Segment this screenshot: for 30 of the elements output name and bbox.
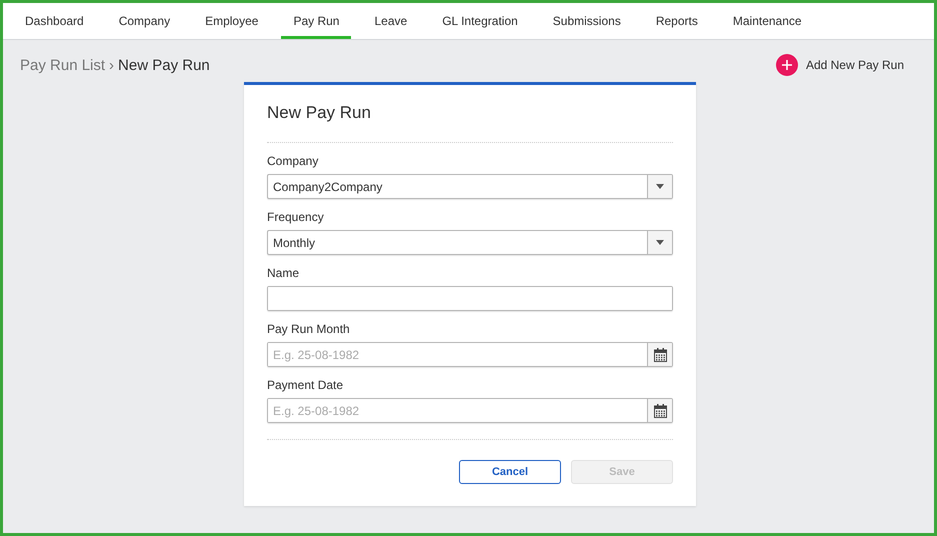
nav-tab[interactable]: Company	[106, 3, 182, 39]
field-label: Name	[267, 266, 300, 280]
calendar-icon	[654, 348, 666, 362]
breadcrumb-current: New Pay Run	[118, 56, 210, 74]
nav-tab[interactable]: Pay Run	[281, 3, 352, 39]
nav-tab[interactable]: Employee	[193, 3, 270, 39]
cancel-button[interactable]: Cancel	[459, 460, 561, 484]
caret-icon	[656, 184, 664, 189]
field-label: Frequency	[267, 210, 325, 224]
nav-tab[interactable]: Maintenance	[720, 3, 814, 39]
form-title: New Pay Run	[267, 103, 372, 123]
select-field[interactable]: Monthly	[267, 230, 673, 255]
caret-icon	[656, 240, 664, 245]
date-field[interactable]: E.g. 25-08-1982	[267, 342, 673, 367]
breadcrumb-link[interactable]: Pay Run List	[20, 56, 106, 74]
field-label: Payment Date	[267, 378, 344, 392]
add-pay-run-button[interactable]: Add New Pay Run	[776, 54, 904, 76]
nav-tab[interactable]: Leave	[362, 3, 420, 39]
field-label: Pay Run Month	[267, 322, 351, 336]
plus-icon	[776, 54, 798, 76]
date-field[interactable]: E.g. 25-08-1982	[267, 398, 673, 423]
nav-tab[interactable]: Reports	[644, 3, 710, 39]
input-field[interactable]	[267, 286, 673, 311]
breadcrumb-separator: ›	[109, 56, 114, 74]
select-field[interactable]: Company2Company	[267, 174, 673, 199]
nav-tab[interactable]: GL Integration	[430, 3, 530, 39]
calendar-icon	[654, 404, 666, 418]
nav-tab[interactable]: Dashboard	[13, 3, 96, 39]
nav-tab[interactable]: Submissions	[540, 3, 633, 39]
field-label: Company	[267, 154, 320, 168]
